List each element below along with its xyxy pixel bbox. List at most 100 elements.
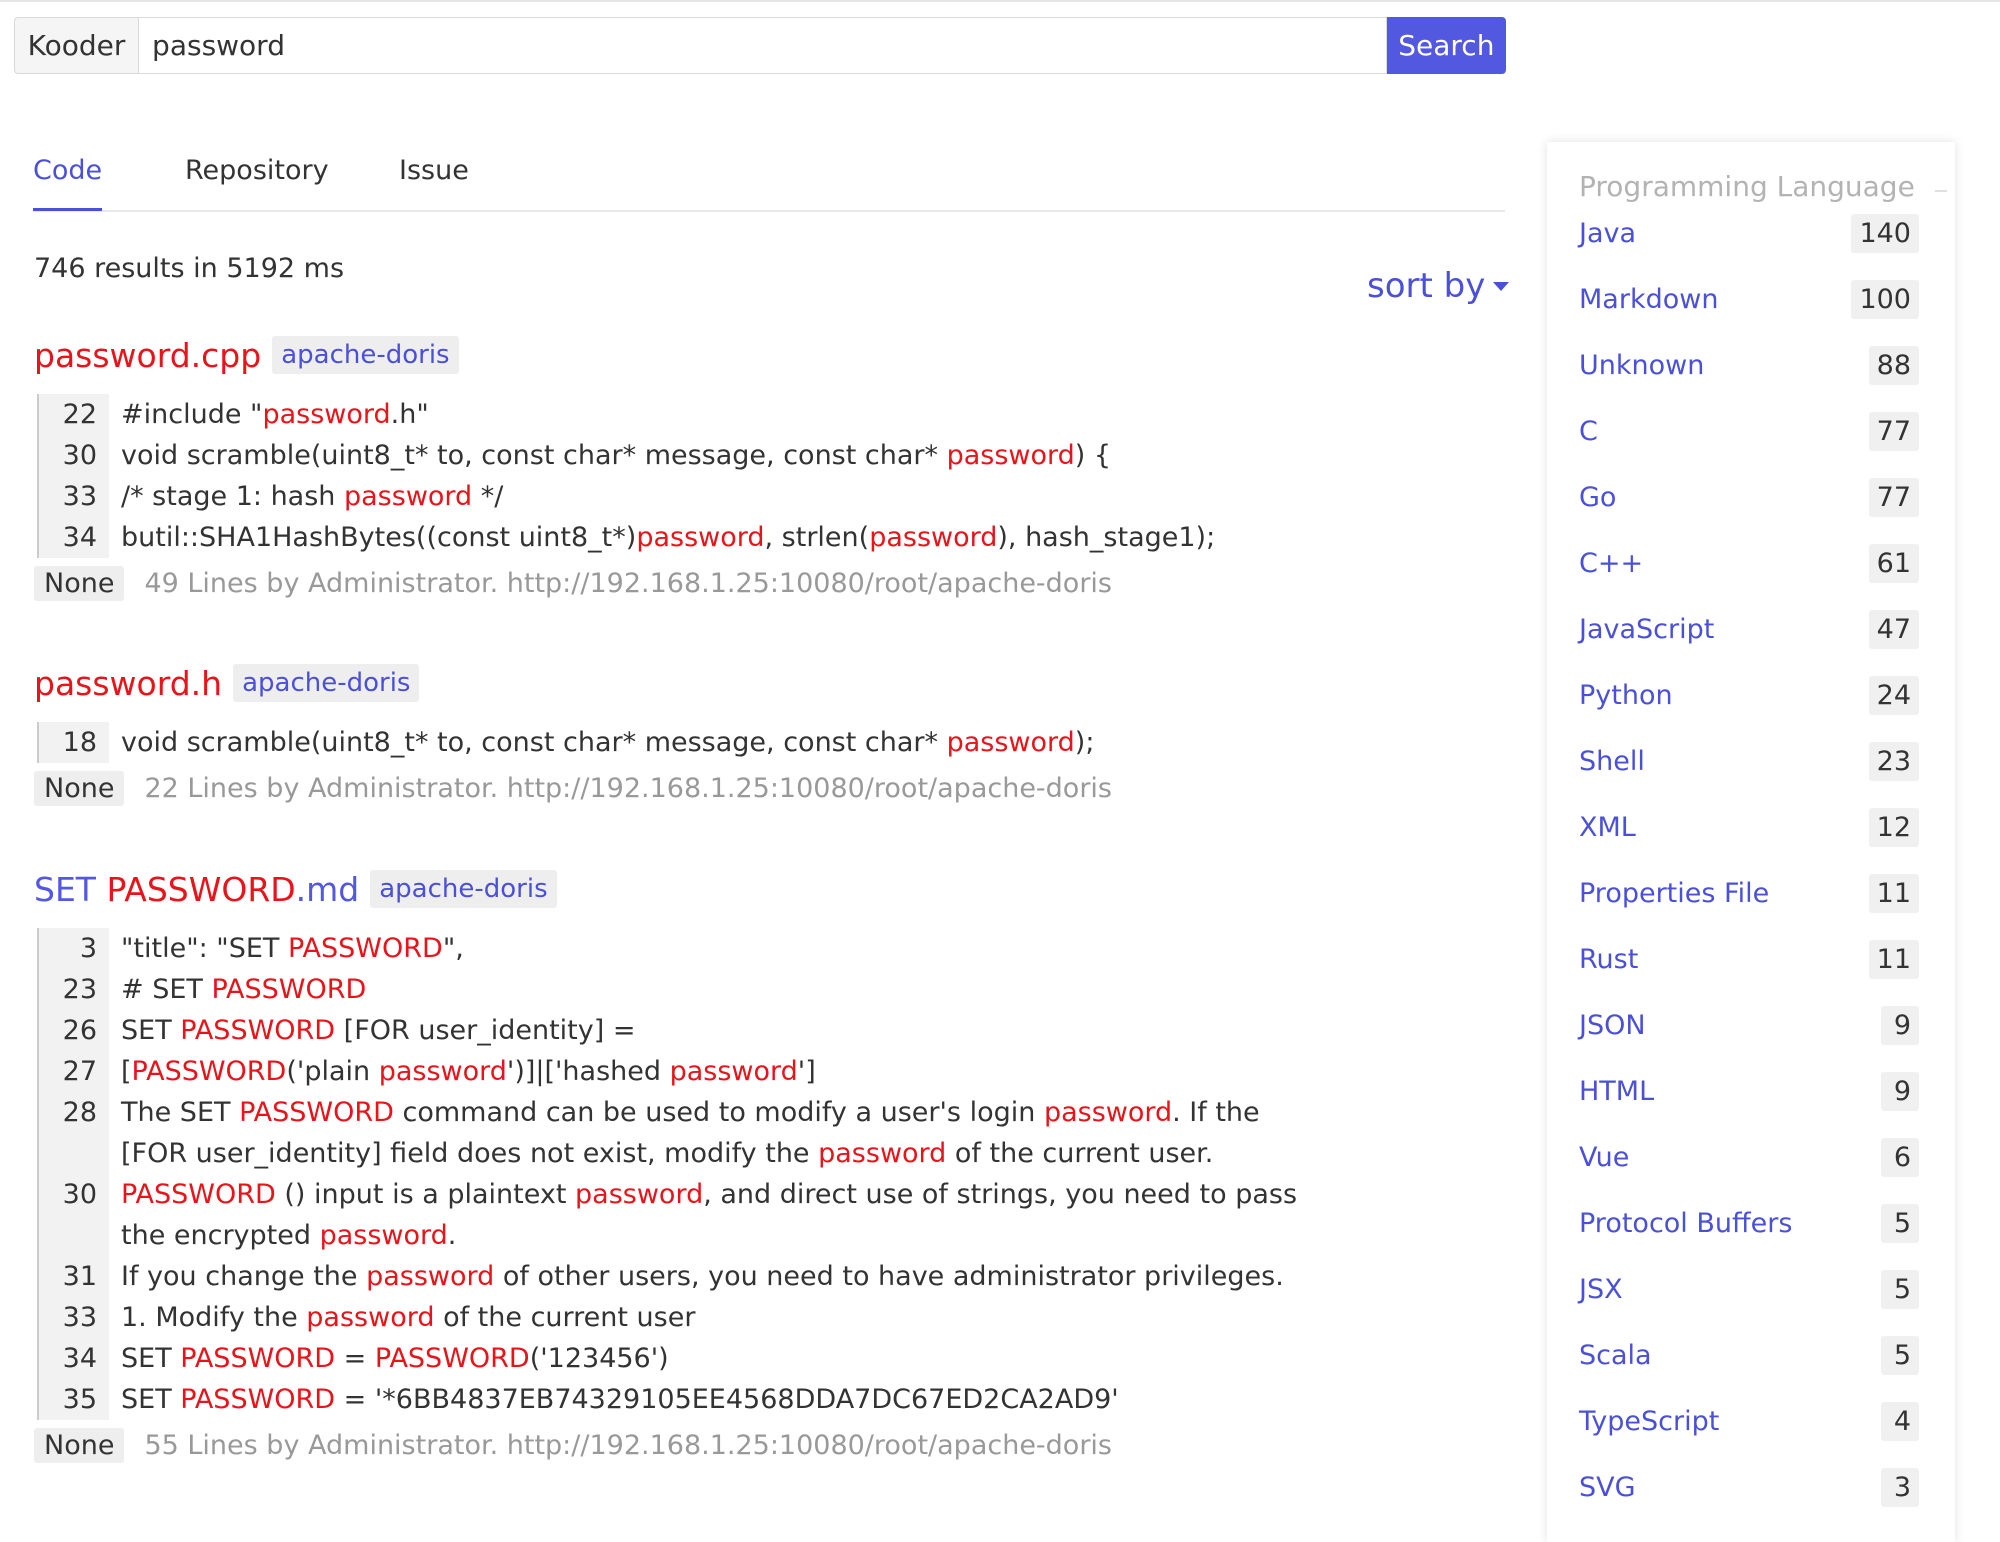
line-number: 23 [39, 969, 109, 1010]
code-line: 26 SET PASSWORD [FOR user_identity] = [39, 1010, 1334, 1051]
search-button[interactable]: Search [1386, 17, 1506, 74]
match-highlight: password [946, 440, 1075, 471]
language-count: 100 [1851, 279, 1919, 319]
language-filter-item[interactable]: Java 140 [1579, 209, 1919, 257]
line-text: [PASSWORD('plain password')]|['hashed pa… [109, 1051, 816, 1092]
language-filter-item[interactable]: Shell 23 [1579, 737, 1919, 785]
line-text: butil::SHA1HashBytes((const uint8_t*) pas… [109, 517, 1215, 558]
language-filter-item[interactable]: XML 12 [1579, 803, 1919, 851]
language-name: Markdown [1579, 283, 1719, 315]
line-number: 3 [39, 928, 109, 969]
result-title-row: SET PASSWORD.md apache-doris [34, 864, 1334, 914]
language-filter-item[interactable]: HTML 9 [1579, 1067, 1919, 1115]
language-filter-item[interactable]: C 77 [1579, 407, 1919, 455]
language-filter-item[interactable]: Properties File 11 [1579, 869, 1919, 917]
language-filter-item[interactable]: C++ 61 [1579, 539, 1919, 587]
match-highlight: password [344, 481, 473, 512]
none-tag: None [34, 566, 125, 601]
language-name: Go [1579, 481, 1617, 513]
sort-dropdown[interactable]: sort by [1367, 266, 1510, 306]
line-text-part: SET [121, 1384, 181, 1415]
repo-badge[interactable]: apache-doris [272, 336, 459, 374]
line-text: If you change the password of other user… [109, 1256, 1284, 1297]
language-filter-item[interactable]: JSON 9 [1579, 1001, 1919, 1049]
line-text-part: of other users, you need to have adminis… [494, 1261, 1284, 1292]
language-count: 47 [1868, 609, 1919, 649]
language-count: 4 [1881, 1401, 1919, 1441]
match-highlight: PASSWORD [121, 1179, 276, 1210]
code-line: 33 1. Modify the password of the current … [39, 1297, 1334, 1338]
result-meta: None 55 Lines by Administrator. http://19… [34, 1428, 1334, 1463]
code-line: 28 The SET PASSWORD command can be used t… [39, 1092, 1334, 1174]
match-highlight: password [378, 1056, 507, 1087]
code-line: 31 If you change the password of other us… [39, 1256, 1334, 1297]
line-number: 33 [39, 1297, 109, 1338]
line-number: 22 [39, 394, 109, 435]
line-text-part: '] [797, 1056, 816, 1087]
line-text-part: */ [472, 481, 504, 512]
code-line: 34 SET PASSWORD = PASSWORD('123456') [39, 1338, 1334, 1379]
language-filter-item[interactable]: Vue 6 [1579, 1133, 1919, 1181]
file-name-part: PASSWORD [106, 869, 296, 909]
match-highlight: password [319, 1220, 448, 1251]
file-name-link[interactable]: SET PASSWORD.md [34, 870, 359, 909]
line-text-part: .h" [390, 399, 429, 430]
language-count: 11 [1868, 873, 1919, 913]
line-number: 33 [39, 476, 109, 517]
language-filter-item[interactable]: JSX 5 [1579, 1265, 1919, 1313]
line-text-part: butil::SHA1HashBytes((const uint8_t*) [121, 522, 637, 553]
code-line: 3 "title": "SET PASSWORD", [39, 928, 1334, 969]
tab-repository[interactable]: Repository [185, 150, 329, 210]
file-name-link[interactable]: password.cpp [34, 336, 261, 375]
language-name: C++ [1579, 547, 1644, 579]
line-number: 26 [39, 1010, 109, 1051]
language-name: Vue [1579, 1141, 1630, 1173]
line-text: The SET PASSWORD command can be used to … [109, 1092, 1334, 1174]
language-filter-item[interactable]: TypeScript 4 [1579, 1397, 1919, 1445]
match-highlight: password [818, 1138, 947, 1169]
line-text-part: ')]|['hashed [506, 1056, 670, 1087]
search-result: password.h apache-doris 18 void scramble(ui… [34, 658, 1494, 806]
file-name-link[interactable]: password.h [34, 664, 222, 703]
language-filter-item[interactable]: Rust 11 [1579, 935, 1919, 983]
match-highlight: password [946, 727, 1075, 758]
line-text-part: /* stage 1: hash [121, 481, 344, 512]
none-tag: None [34, 771, 125, 806]
line-number: 34 [39, 517, 109, 558]
language-filter-item[interactable]: JavaScript 47 [1579, 605, 1919, 653]
match-highlight: PASSWORD [374, 1343, 530, 1374]
language-name: HTML [1579, 1075, 1655, 1107]
search-input[interactable] [138, 17, 1387, 74]
repo-badge[interactable]: apache-doris [370, 870, 557, 908]
code-snippet: 22 #include "password.h" 30 void scramble(u… [37, 394, 1494, 558]
language-filter-item[interactable]: Go 77 [1579, 473, 1919, 521]
language-filter-item[interactable]: Scala 5 [1579, 1331, 1919, 1379]
repo-badge[interactable]: apache-doris [233, 664, 420, 702]
tab-issue[interactable]: Issue [399, 150, 469, 210]
match-highlight: password [262, 399, 391, 430]
language-filter-item[interactable]: SVG 3 [1579, 1463, 1919, 1511]
brand-label: Kooder [14, 17, 139, 74]
language-filter-item[interactable]: Protocol Buffers 5 [1579, 1199, 1919, 1247]
match-highlight: password [869, 522, 998, 553]
file-name-part: password [34, 335, 191, 375]
result-tabs: Code Repository Issue [33, 150, 1505, 212]
line-text-part: = '*6BB4837EB74329105EE4568DDA7DC67ED2CA… [335, 1384, 1119, 1415]
language-filter-item[interactable]: Unknown 88 [1579, 341, 1919, 389]
language-filter-item[interactable]: Markdown 100 [1579, 275, 1919, 323]
match-highlight: password [669, 1056, 798, 1087]
line-text-part: of the current user. [946, 1138, 1214, 1169]
language-filter-item[interactable]: Python 24 [1579, 671, 1919, 719]
line-text: SET PASSWORD [FOR user_identity] = [109, 1010, 635, 1051]
line-text: "title": "SET PASSWORD", [109, 928, 464, 969]
line-text: 1. Modify the password of the current us… [109, 1297, 695, 1338]
match-highlight: PASSWORD [180, 1343, 336, 1374]
language-count: 23 [1868, 741, 1919, 781]
line-text-part: # SET [121, 974, 212, 1005]
line-text-part: #include " [121, 399, 263, 430]
tab-code[interactable]: Code [33, 150, 103, 211]
line-text-part: , strlen( [764, 522, 870, 553]
caret-down-icon [1493, 281, 1510, 291]
line-number: 34 [39, 1338, 109, 1379]
language-count: 77 [1868, 477, 1919, 517]
